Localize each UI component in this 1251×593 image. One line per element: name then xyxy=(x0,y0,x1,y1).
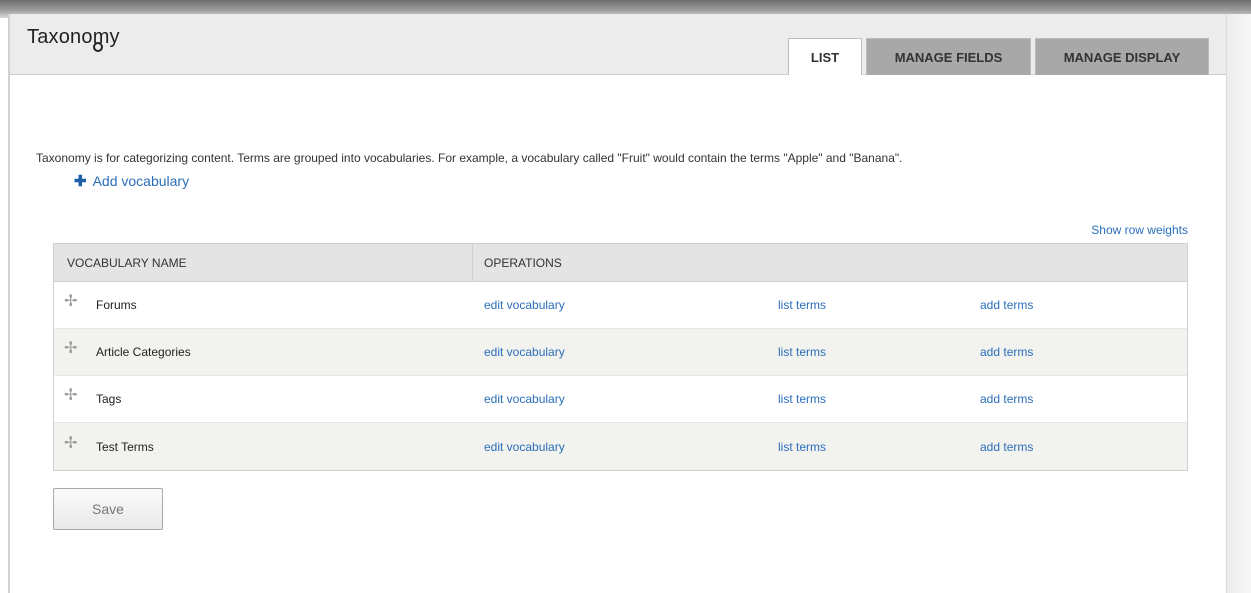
add-terms-link[interactable]: add terms xyxy=(980,392,1100,406)
list-terms-link[interactable]: list terms xyxy=(778,345,980,359)
add-vocabulary-label: Add vocabulary xyxy=(92,173,190,189)
tab-list[interactable]: LIST xyxy=(788,38,862,75)
table-row: ✢ Forums edit vocabulary list terms add … xyxy=(54,282,1187,329)
tab-manage-fields[interactable]: MANAGE FIELDS xyxy=(866,38,1031,75)
edit-vocabulary-link[interactable]: edit vocabulary xyxy=(484,345,778,359)
gear-icon[interactable] xyxy=(93,42,103,52)
column-header-operations: OPERATIONS xyxy=(484,255,562,270)
add-terms-link[interactable]: add terms xyxy=(980,440,1100,454)
table-row: ✢ Test Terms edit vocabulary list terms … xyxy=(54,423,1187,470)
table-row: ✢ Article Categories edit vocabulary lis… xyxy=(54,329,1187,376)
add-terms-link[interactable]: add terms xyxy=(980,345,1100,359)
page-description: Taxonomy is for categorizing content. Te… xyxy=(36,151,903,165)
edit-vocabulary-link[interactable]: edit vocabulary xyxy=(484,298,778,312)
edit-vocabulary-link[interactable]: edit vocabulary xyxy=(484,392,778,406)
table-row: ✢ Tags edit vocabulary list terms add te… xyxy=(54,376,1187,423)
vocabulary-name: Tags xyxy=(96,392,122,406)
list-terms-link[interactable]: list terms xyxy=(778,392,980,406)
vocabulary-name: Forums xyxy=(96,298,137,312)
drag-handle-icon[interactable]: ✢ xyxy=(54,338,96,358)
vocabulary-name: Test Terms xyxy=(96,439,154,454)
edit-vocabulary-link[interactable]: edit vocabulary xyxy=(484,440,778,454)
show-row-weights-link[interactable]: Show row weights xyxy=(1091,223,1188,237)
vocabulary-table: VOCABULARY NAME OPERATIONS ✢ Forums edit… xyxy=(53,243,1188,471)
vocabulary-name: Article Categories xyxy=(96,345,191,359)
tab-manage-display[interactable]: MANAGE DISPLAY xyxy=(1035,38,1209,75)
column-header-vocabulary-name: VOCABULARY NAME xyxy=(54,244,473,281)
add-terms-link[interactable]: add terms xyxy=(980,298,1100,312)
save-button[interactable]: Save xyxy=(53,488,163,530)
list-terms-link[interactable]: list terms xyxy=(778,440,980,454)
left-border xyxy=(8,14,10,593)
right-scroll-gutter xyxy=(1226,14,1251,593)
drag-handle-icon[interactable]: ✢ xyxy=(54,385,96,405)
drag-handle-icon[interactable]: ✢ xyxy=(54,291,96,311)
table-header: VOCABULARY NAME OPERATIONS xyxy=(54,244,1187,282)
list-terms-link[interactable]: list terms xyxy=(778,298,980,312)
add-vocabulary-link[interactable]: ✚ Add vocabulary xyxy=(74,172,189,190)
plus-icon: ✚ xyxy=(74,173,87,190)
drag-handle-icon[interactable]: ✢ xyxy=(54,433,96,453)
page-title: Taxonomy xyxy=(27,26,120,48)
